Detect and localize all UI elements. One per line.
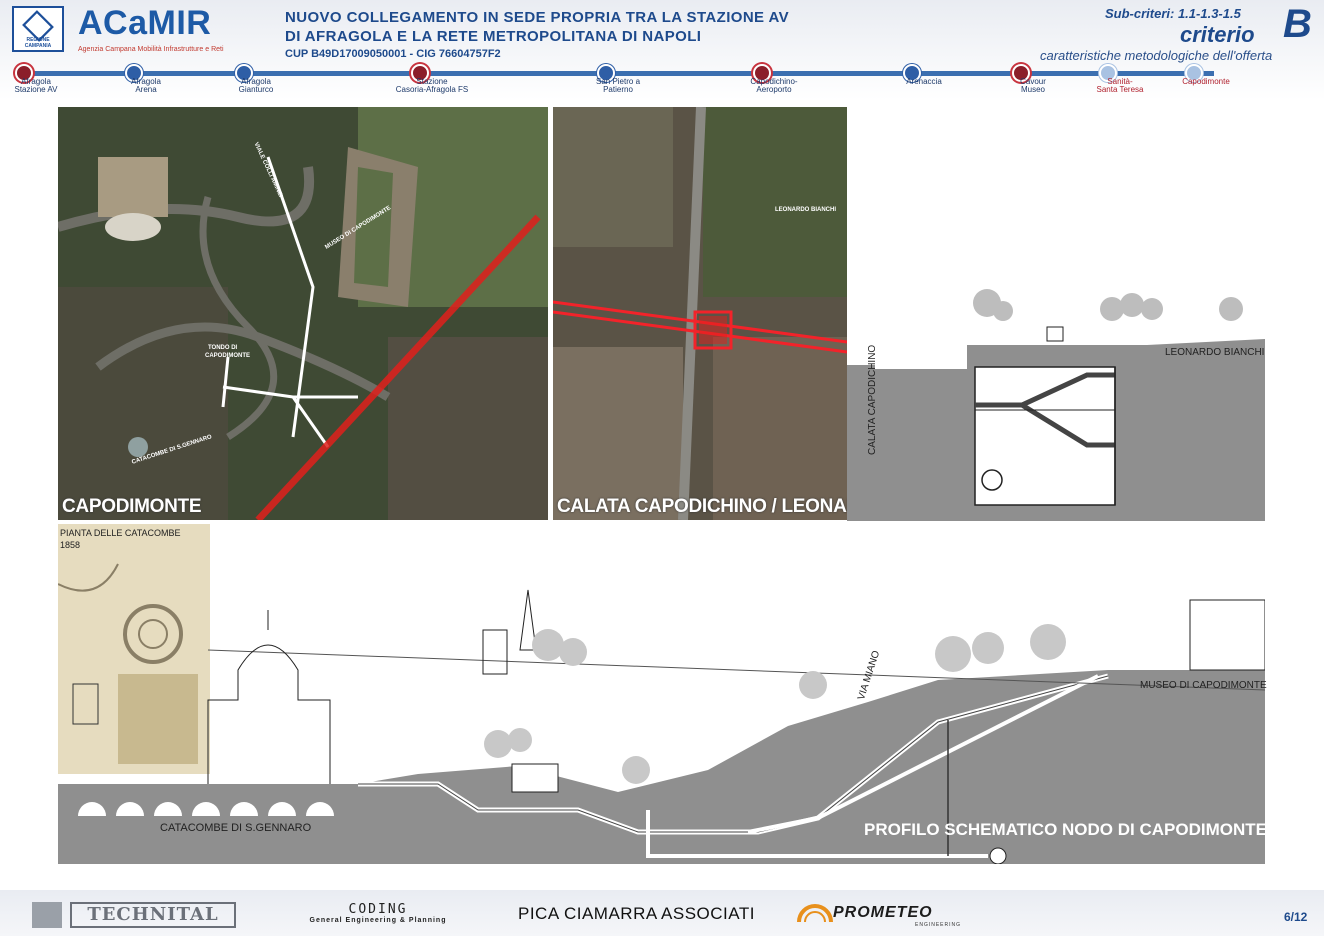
plan-year: 1858	[60, 540, 81, 550]
station-label-line2: Arena	[135, 85, 157, 94]
metro-line-bar	[18, 71, 1214, 76]
station-label: Afragola Stazione AV	[0, 78, 91, 94]
station-label: Afragola Gianturco	[201, 78, 311, 94]
station-label-line2: Patierno	[603, 85, 633, 94]
aerial-calata: LEONARDO BIANCHI CALATA CAPODICHINO / LE…	[553, 107, 847, 520]
title-line-1: NUOVO COLLEGAMENTO IN SEDE PROPRIA TRA L…	[285, 9, 789, 26]
plan-title: PIANTA DELLE CATACOMBE	[60, 528, 181, 538]
criterio-description: caratteristiche metodologiche dell'offer…	[1040, 48, 1273, 63]
page-footer: TECHNITAL CODING General Engineering & P…	[0, 890, 1324, 936]
emblem-label: REGIONE CAMPANIA	[24, 37, 52, 49]
label-tondo-2: CAPODIMONTE	[205, 353, 250, 359]
acamir-logo: REGIONE CAMPANIA ACaMIR Agenzia Campana …	[12, 4, 272, 56]
logo-name: ACaMIR	[78, 4, 212, 42]
pica-ciamarra-logo: PICA CIAMARRA ASSOCIATI	[518, 904, 755, 923]
label-leonardo-bianchi-map: LEONARDO BIANCHI	[775, 207, 836, 213]
station-label-line2: Gianturco	[238, 85, 274, 94]
station-label: Afragola Arena	[91, 78, 201, 94]
caption-capodimonte: CAPODIMONTE	[62, 496, 202, 517]
station-label-line1: Arenaccia	[906, 77, 942, 86]
profile-capodimonte: CATACOMBE DI S.GENNARO VIA MIANO MUSEO D…	[58, 570, 1267, 865]
prometeo-logo: PROMETEO ENGINEERING	[795, 898, 995, 928]
prometeo-name: PROMETEO	[833, 904, 933, 921]
coding-name: CODING	[348, 902, 408, 917]
station-label-line2: Santa Teresa	[1096, 85, 1144, 94]
aerial-capodimonte: VIALE COLLI AMINEI MUSEO DI CAPODIMONTE …	[58, 107, 548, 520]
section-drawing	[847, 289, 1265, 521]
criterio-label: criterio	[1180, 22, 1255, 47]
section-label-bianchi: LEONARDO BIANCHI	[1165, 347, 1265, 358]
coding-logo: CODING General Engineering & Planning	[278, 902, 478, 924]
page-number: 6/12	[1284, 910, 1308, 924]
page-header: REGIONE CAMPANIA ACaMIR Agenzia Campana …	[0, 0, 1324, 100]
station-label: San Pietro a Patierno	[563, 78, 673, 94]
project-title: NUOVO COLLEGAMENTO IN SEDE PROPRIA TRA L…	[285, 8, 905, 60]
technital-name: TECHNITAL	[70, 902, 236, 928]
prometeo-subtitle: ENGINEERING	[915, 922, 962, 928]
section-label-calata: CALATA CAPODICHINO	[867, 344, 878, 455]
technital-emblem-icon	[32, 902, 62, 928]
profile-label-catacombe: CATACOMBE DI S.GENNARO	[160, 822, 312, 834]
regione-campania-emblem-icon: REGIONE CAMPANIA	[12, 6, 64, 52]
label-tondo-1: TONDO DI	[208, 345, 238, 351]
station-label: Capodichino- Aeroporto	[719, 78, 829, 94]
coding-subtitle: General Engineering & Planning	[309, 917, 447, 924]
profile-label-museo: MUSEO DI CAPODIMONTE	[1140, 680, 1267, 691]
aerial-capodimonte-image	[58, 107, 548, 520]
station-label-line1: Capodimonte	[1182, 77, 1230, 86]
section-leonardo-bianchi: LEONARDO BIANCHI CALATA CAPODICHINO	[847, 275, 1265, 521]
criterio-letter: B	[1283, 2, 1312, 46]
station-label-line2: Casoria-Afragola FS	[395, 85, 469, 94]
profile-title: PROFILO SCHEMATICO NODO DI CAPODIMONTE	[864, 820, 1267, 839]
subcriteria: Sub-criteri: 1.1-1.3-1.5	[1105, 6, 1241, 21]
caption-calata: CALATA CAPODICHINO / LEONARDO BIANCHI	[557, 496, 847, 517]
technital-logo: TECHNITAL	[32, 902, 238, 928]
station-label: Capodimonte	[1151, 78, 1261, 86]
prometeo-sun-icon	[797, 904, 833, 923]
title-line-2: DI AFRAGOLA E LA RETE METROPOLITANA DI N…	[285, 28, 702, 45]
station-label: Stazione Casoria-Afragola FS	[377, 78, 487, 94]
station-label-line2: Aeroporto	[756, 85, 792, 94]
aerial-calata-image	[553, 107, 847, 520]
cup-cig-code: CUP B49D17009050001 - CIG 76604757F2	[285, 48, 501, 60]
station-label: Arenaccia	[869, 78, 979, 86]
station-label-line2: Stazione AV	[14, 85, 58, 94]
logo-subtitle: Agenzia Campana Mobilità Infrastrutture …	[78, 46, 224, 53]
